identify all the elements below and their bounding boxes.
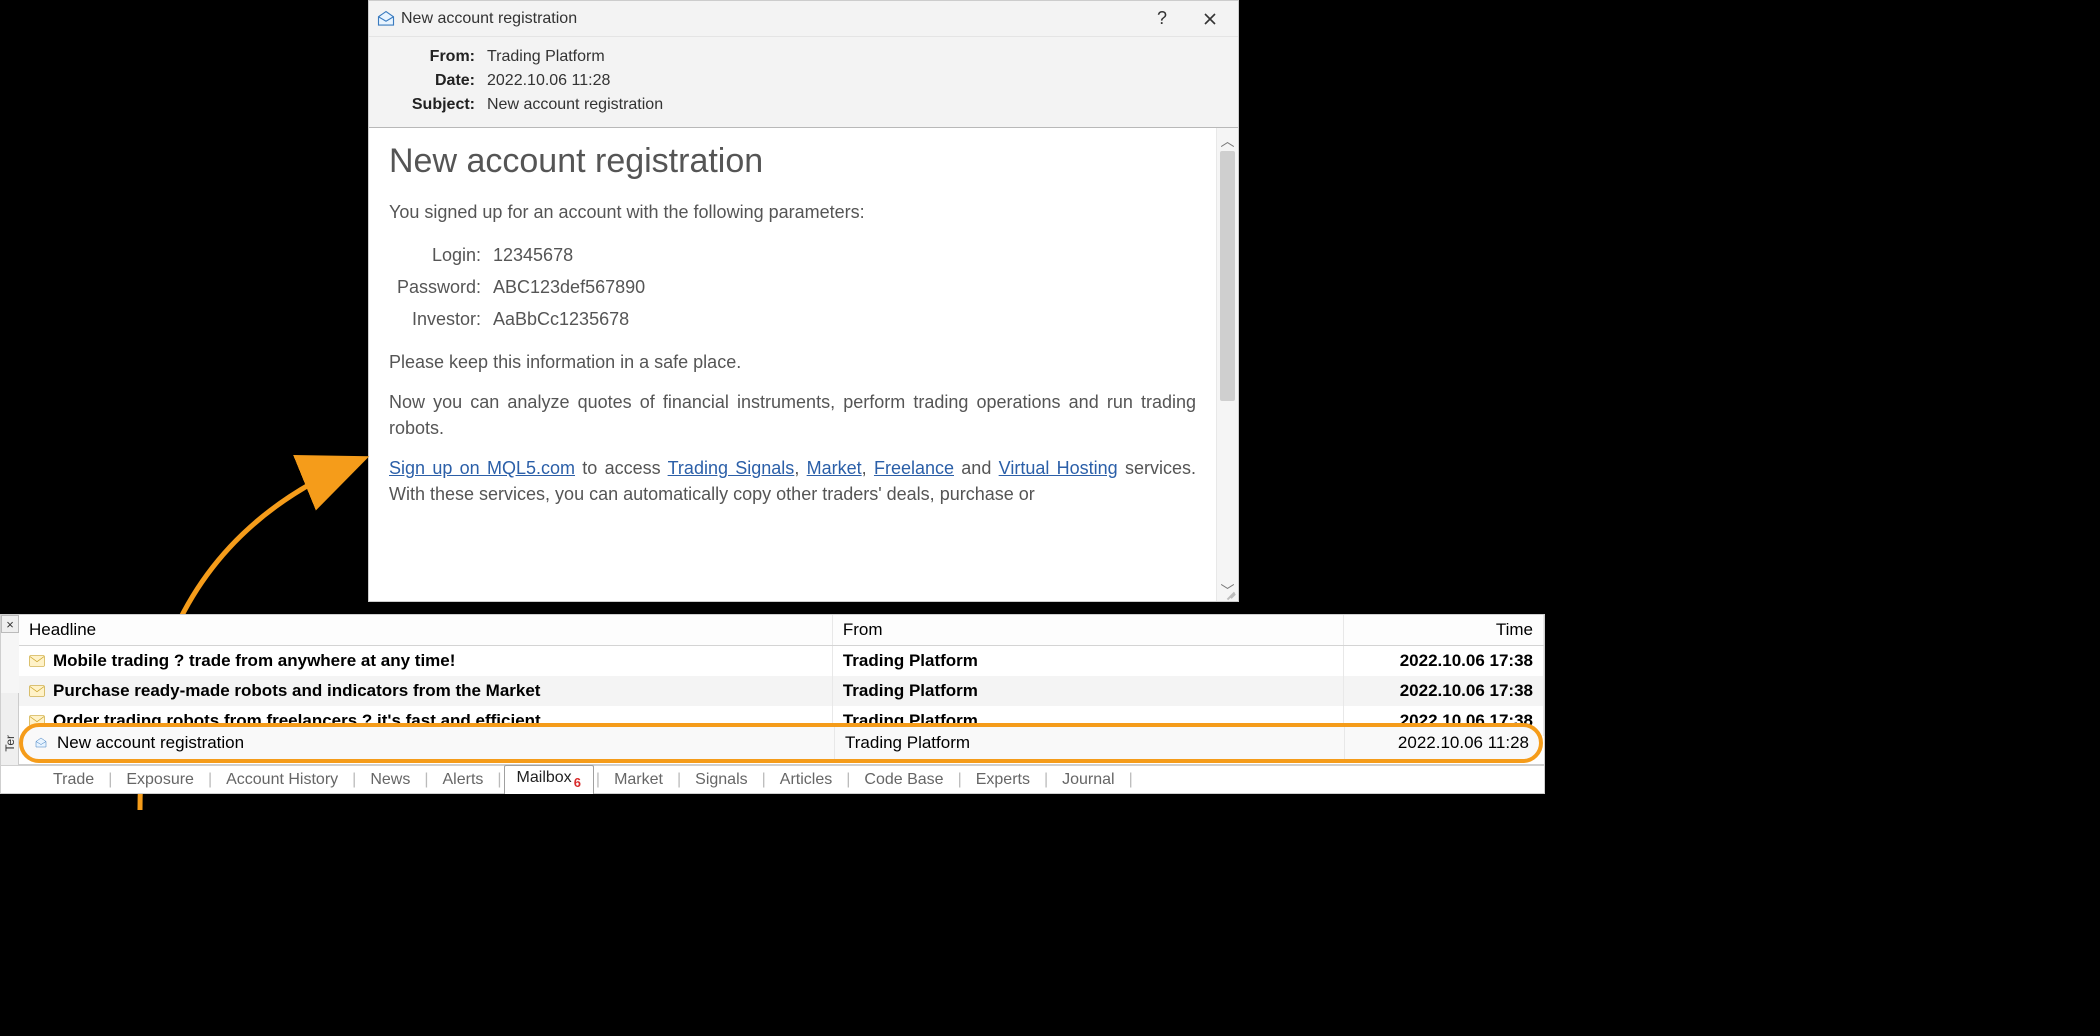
link-freelance[interactable]: Freelance bbox=[874, 458, 954, 478]
mail-row[interactable]: Purchase ready-made robots and indicator… bbox=[19, 676, 1544, 706]
dialog-title: New account registration bbox=[395, 10, 1152, 28]
body-intro: You signed up for an account with the fo… bbox=[389, 199, 1196, 225]
investor-label: Investor: bbox=[389, 303, 481, 335]
body-now-text: Now you can analyze quotes of financial … bbox=[389, 389, 1196, 441]
tab-trade[interactable]: Trade bbox=[41, 768, 106, 792]
tab-signals[interactable]: Signals bbox=[683, 768, 759, 792]
resize-grip[interactable] bbox=[1222, 585, 1236, 599]
time: 2022.10.06 17:38 bbox=[1343, 646, 1543, 677]
from-label: From: bbox=[385, 45, 475, 69]
tab-news[interactable]: News bbox=[358, 768, 422, 792]
mailbox-badge: 6 bbox=[574, 775, 581, 790]
tab-journal[interactable]: Journal bbox=[1050, 768, 1126, 792]
mail-unread-icon bbox=[29, 685, 45, 697]
link-market[interactable]: Market bbox=[807, 458, 862, 478]
message-dialog: New account registration ? From: Trading … bbox=[368, 0, 1239, 602]
vertical-scrollbar[interactable]: ︿ ﹀ bbox=[1216, 128, 1238, 601]
selected-mail-row[interactable]: New account registration Trading Platfor… bbox=[19, 723, 1543, 763]
from: Trading Platform bbox=[832, 676, 1343, 706]
from: Trading Platform bbox=[835, 727, 1345, 759]
message-body: New account registration You signed up f… bbox=[369, 128, 1216, 601]
from: Trading Platform bbox=[832, 646, 1343, 677]
tab-experts[interactable]: Experts bbox=[964, 768, 1042, 792]
terminal-panel: × Ter Headline From Time Mobile trading … bbox=[0, 614, 1545, 794]
date-value: 2022.10.06 11:28 bbox=[487, 69, 610, 93]
body-keep-safe: Please keep this information in a safe p… bbox=[389, 349, 1196, 375]
subject-label: Subject: bbox=[385, 93, 475, 117]
tab-market[interactable]: Market bbox=[602, 768, 675, 792]
tab-exposure[interactable]: Exposure bbox=[114, 768, 206, 792]
tab-account-history[interactable]: Account History bbox=[214, 768, 350, 792]
grid-header-row: Headline From Time bbox=[19, 615, 1544, 646]
headline: Mobile trading ? trade from anywhere at … bbox=[53, 651, 455, 670]
dialog-titlebar[interactable]: New account registration ? bbox=[369, 1, 1238, 37]
scroll-up-icon[interactable]: ︿ bbox=[1221, 128, 1235, 151]
tab-mailbox[interactable]: Mailbox6 bbox=[504, 765, 594, 793]
mail-row[interactable]: Mobile trading ? trade from anywhere at … bbox=[19, 646, 1544, 677]
headline: New account registration bbox=[57, 733, 244, 753]
subject-value: New account registration bbox=[487, 93, 663, 117]
help-button[interactable]: ? bbox=[1152, 9, 1172, 29]
tab-code-base[interactable]: Code Base bbox=[852, 768, 955, 792]
link-virtual-hosting[interactable]: Virtual Hosting bbox=[999, 458, 1118, 478]
scroll-thumb[interactable] bbox=[1220, 151, 1235, 401]
tab-articles[interactable]: Articles bbox=[768, 768, 844, 792]
terminal-tabs: Trade| Exposure| Account History| News| … bbox=[1, 765, 1544, 793]
mail-open-icon bbox=[377, 10, 395, 28]
login-value: 12345678 bbox=[493, 239, 573, 271]
from-value: Trading Platform bbox=[487, 45, 605, 69]
link-signup[interactable]: Sign up on MQL5.com bbox=[389, 458, 575, 478]
password-label: Password: bbox=[389, 271, 481, 303]
mail-open-icon bbox=[33, 737, 49, 749]
investor-value: AaBbCc1235678 bbox=[493, 303, 629, 335]
body-links-paragraph: Sign up on MQL5.com to access Trading Si… bbox=[389, 455, 1196, 507]
headline: Purchase ready-made robots and indicator… bbox=[53, 681, 540, 700]
col-headline[interactable]: Headline bbox=[19, 615, 832, 646]
close-button[interactable] bbox=[1200, 9, 1220, 29]
message-header: From: Trading Platform Date: 2022.10.06 11… bbox=[369, 37, 1238, 128]
time: 2022.10.06 11:28 bbox=[1345, 727, 1539, 759]
scroll-track[interactable] bbox=[1217, 151, 1238, 578]
time: 2022.10.06 17:38 bbox=[1343, 676, 1543, 706]
login-label: Login: bbox=[389, 239, 481, 271]
body-heading: New account registration bbox=[389, 142, 1196, 181]
panel-close-button[interactable]: × bbox=[1, 615, 19, 633]
date-label: Date: bbox=[385, 69, 475, 93]
col-from[interactable]: From bbox=[832, 615, 1343, 646]
password-value: ABC123def567890 bbox=[493, 271, 645, 303]
link-trading-signals[interactable]: Trading Signals bbox=[668, 458, 795, 478]
close-icon bbox=[1203, 12, 1217, 26]
col-time[interactable]: Time bbox=[1343, 615, 1543, 646]
mail-unread-icon bbox=[29, 655, 45, 667]
tab-alerts[interactable]: Alerts bbox=[430, 768, 495, 792]
